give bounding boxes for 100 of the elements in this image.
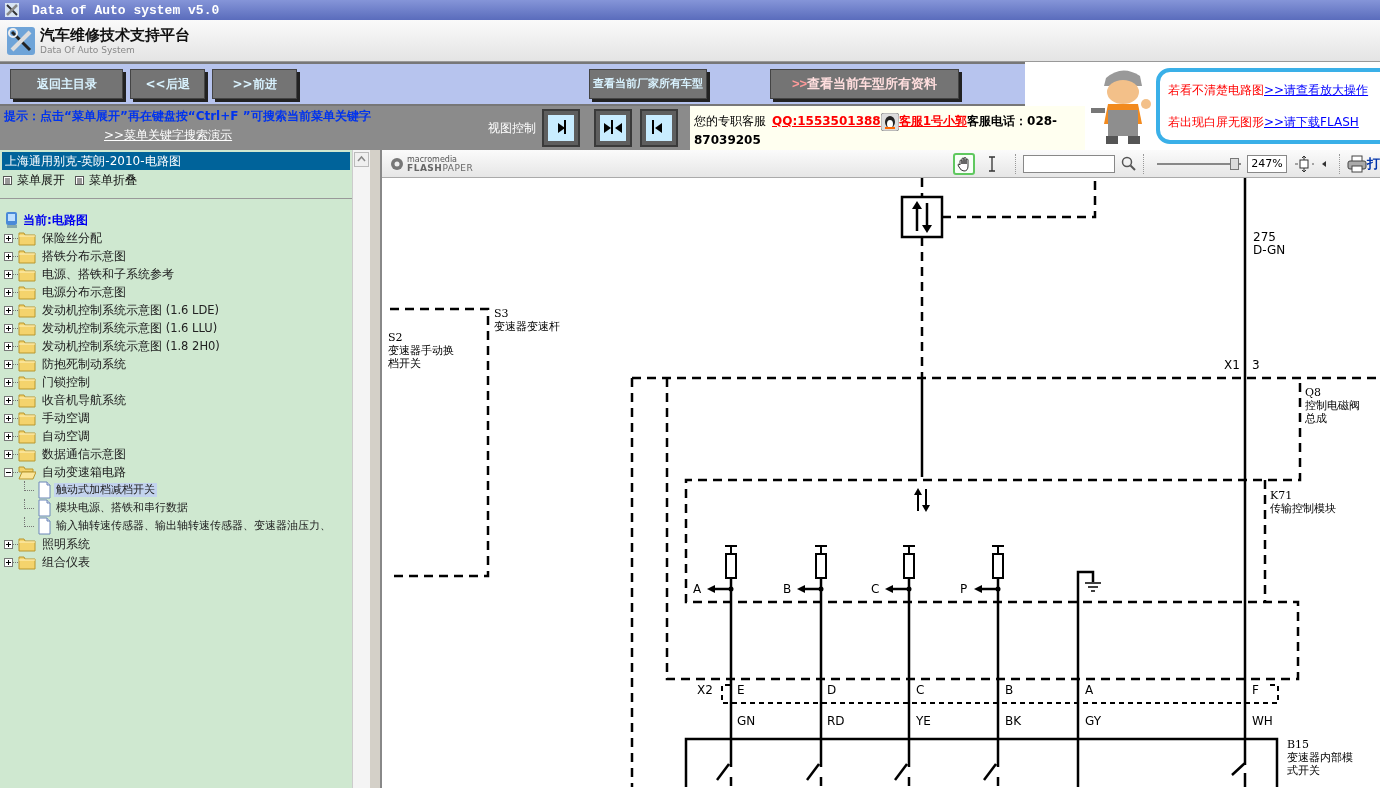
circuit-number: 275 (1253, 230, 1276, 244)
nav-button[interactable]: >>前进 (212, 69, 297, 99)
bidirectional-arrow-icon (914, 488, 930, 512)
expand-icon[interactable] (4, 269, 13, 279)
tree-item[interactable]: 自动变速箱电路 (40, 464, 128, 480)
menu-action[interactable]: 菜单折叠 (75, 172, 137, 188)
folder-icon (18, 301, 36, 319)
folder-icon (18, 427, 36, 445)
view-button[interactable] (542, 109, 581, 147)
app-subtitle: Data Of Auto System (40, 45, 136, 55)
resistor-icon (902, 545, 916, 579)
nav-button[interactable]: <<后退 (130, 69, 205, 99)
view-control-label: 视图控制 (488, 119, 537, 137)
component-name: 变速器内部模 (1287, 751, 1353, 764)
menu-icon (3, 175, 12, 185)
agent-link[interactable]: 客服1号小郭 (898, 114, 968, 128)
search-icon[interactable] (1121, 155, 1137, 172)
zoom-field[interactable]: 247% (1247, 154, 1287, 173)
tree-item[interactable]: 触动式加档减档开关 (54, 483, 157, 497)
arrows-inward-icon (600, 115, 627, 141)
tree-item[interactable]: 防抱死制动系统 (40, 356, 128, 372)
expand-icon[interactable] (4, 359, 13, 369)
expand-icon[interactable] (4, 377, 13, 387)
expand-icon[interactable] (4, 395, 13, 405)
tree-item[interactable]: 发动机控制系统示意图 (1.6 LDE) (40, 302, 222, 318)
notice-text: 若出现白屏无图形 (1168, 114, 1264, 129)
window-title: Data of Auto system v5.0 (32, 2, 220, 18)
tree-item[interactable]: 门锁控制 (40, 374, 92, 390)
resistor-icon (724, 545, 738, 579)
folder-icon (18, 445, 36, 463)
contact-text: 您的专职客服 QQ:1553501388 客服1号小郭客服电话：028-87039205 (690, 106, 1085, 150)
notice-link[interactable]: >>请下载FLASH (1264, 114, 1359, 129)
expand-icon[interactable] (4, 539, 13, 549)
signal-arrow (797, 585, 824, 593)
zoom-slider[interactable] (1157, 157, 1241, 170)
expand-icon[interactable] (4, 341, 13, 351)
tree-item[interactable]: 搭铁分布示意图 (40, 248, 128, 264)
view-button[interactable] (640, 109, 678, 147)
signal-arrow (885, 585, 912, 593)
tree-item[interactable]: 发动机控制系统示意图 (1.8 2H0) (40, 338, 222, 354)
nav-button[interactable]: 返回主目录 (10, 69, 123, 99)
tree-item[interactable]: 组合仪表 (40, 554, 92, 570)
component-ref: B15 (1287, 738, 1310, 751)
manufacturer-models-button[interactable]: 查看当前厂家所有车型 (589, 69, 707, 99)
component-name: 式开关 (1287, 764, 1320, 777)
tree-item[interactable]: 自动空调 (40, 428, 92, 444)
caret-icon[interactable] (1321, 159, 1327, 168)
tree-item[interactable]: 模块电源、搭铁和串行数据 (54, 501, 190, 515)
print-icon[interactable] (1347, 154, 1367, 173)
logo-text: macromedia (407, 154, 459, 164)
folder-icon (18, 265, 36, 283)
tree-item[interactable]: 照明系统 (40, 536, 92, 552)
sidebar-title: 上海通用别克-英朗-2010-电路图 (2, 152, 351, 170)
pin-label: A (1085, 683, 1094, 697)
model-documents-button[interactable]: >>查看当前车型所有资料 (770, 69, 959, 99)
connector-label: X1 (1224, 358, 1240, 372)
tree-item[interactable]: 电源分布示意图 (40, 284, 128, 300)
collapse-icon[interactable] (4, 467, 13, 477)
component-name: 传输控制模块 (1270, 502, 1336, 515)
tree-item[interactable]: 数据通信示意图 (40, 446, 128, 462)
view-button[interactable] (594, 109, 633, 147)
wire-color-label: YE (916, 714, 931, 728)
hand-tool-button[interactable] (953, 152, 975, 175)
expand-icon[interactable] (4, 557, 13, 567)
qq-link[interactable]: QQ:1553501388 (772, 114, 881, 128)
scroll-up-icon[interactable] (354, 152, 370, 167)
text-cursor-icon (987, 155, 997, 172)
expand-icon[interactable] (4, 287, 13, 297)
tree-item[interactable]: 发动机控制系统示意图 (1.6 LLU) (40, 320, 220, 336)
folder-icon (18, 247, 36, 265)
output-label: C (871, 582, 880, 596)
tree-item[interactable]: 输入轴转速传感器、输出轴转速传感器、变速器油压力、 (54, 519, 333, 533)
tree-item[interactable]: 电源、搭铁和子系统参考 (40, 266, 176, 282)
menu-action[interactable]: 菜单展开 (3, 172, 65, 188)
wire-color-label: BK (1005, 714, 1022, 728)
fit-page-icon[interactable] (1293, 154, 1315, 173)
expand-icon[interactable] (4, 431, 13, 441)
output-label: P (960, 582, 968, 596)
tree-item[interactable]: 手动空调 (40, 410, 92, 426)
connector-label: X2 (697, 683, 713, 697)
folder-icon (18, 229, 36, 247)
print-label[interactable]: 打 (1367, 154, 1380, 173)
tree-item[interactable]: 保险丝分配 (40, 230, 104, 246)
pin-label: C (916, 683, 925, 697)
expand-icon[interactable] (4, 323, 13, 333)
expand-icon[interactable] (4, 251, 13, 261)
expand-icon[interactable] (4, 305, 13, 315)
logo-icon (390, 156, 404, 171)
search-field[interactable] (1023, 154, 1115, 173)
computer-icon (4, 211, 20, 229)
arrow-right-icon (548, 115, 575, 141)
notice-link[interactable]: >>请查看放大操作 (1264, 82, 1369, 97)
signal-arrow (707, 585, 734, 593)
expand-icon[interactable] (4, 449, 13, 459)
resistor-icon (814, 545, 828, 579)
tree-item[interactable]: 收音机导航系统 (40, 392, 128, 408)
expand-icon[interactable] (4, 413, 13, 423)
expand-icon[interactable] (4, 233, 13, 243)
wire-color-label: GN (737, 714, 756, 728)
arrow-left-icon (646, 115, 672, 141)
